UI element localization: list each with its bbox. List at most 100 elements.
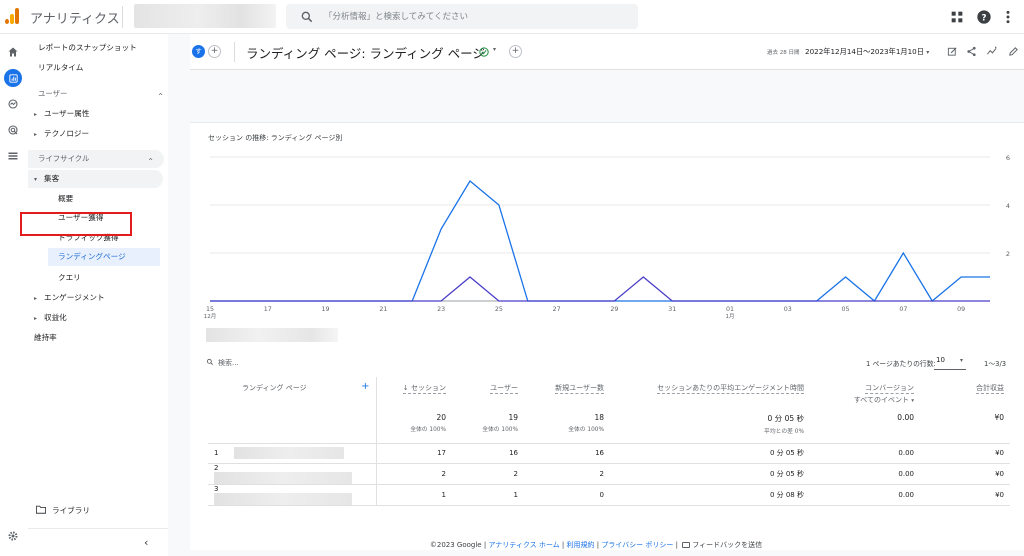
account-selector[interactable] xyxy=(134,4,276,28)
share-icon[interactable] xyxy=(966,46,977,57)
nav-technology[interactable]: ▸ テクノロジー xyxy=(34,125,170,143)
date-range-label: 過去 28 日間 xyxy=(767,50,800,56)
nav-retention[interactable]: 維持率 xyxy=(34,329,170,347)
landing-page-path[interactable] xyxy=(214,493,352,505)
new-users-header[interactable]: 新規ユーザー数 xyxy=(524,377,610,405)
nav-monetization-label: 収益化 xyxy=(44,313,67,322)
home-icon[interactable] xyxy=(4,43,22,61)
comparison-avatar[interactable]: す xyxy=(192,45,205,58)
more-vert-icon[interactable] xyxy=(1000,9,1016,25)
totals-dim-cell xyxy=(208,405,377,444)
nav-library[interactable]: ライブラリ xyxy=(35,505,90,516)
add-card-plus-icon[interactable]: + xyxy=(509,45,522,58)
new-users-header-label: 新規ユーザー数 xyxy=(555,384,604,394)
feedback-icon xyxy=(682,542,691,548)
collapse-nav-chevron-icon[interactable]: ‹ xyxy=(144,536,148,549)
conversions-header[interactable]: コンバージョン すべてのイベント ▾ xyxy=(810,377,920,405)
revenue-cell: ¥0 xyxy=(920,443,1010,464)
engagement-cell: 0 分 05 秒 xyxy=(610,443,810,464)
divider xyxy=(122,6,123,28)
landing-page-cell[interactable]: 3 xyxy=(208,484,377,506)
edit-comparison-icon[interactable] xyxy=(947,46,958,57)
configure-icon[interactable] xyxy=(4,147,22,165)
landing-page-path[interactable] xyxy=(214,472,352,484)
total-new-users-value: 18 xyxy=(594,413,604,422)
nav-section-lifecycle[interactable]: ライフサイクル ⌃ xyxy=(28,150,164,168)
engagement-cell: 0 分 08 秒 xyxy=(610,484,810,506)
nav-landing-page[interactable]: ランディングページ xyxy=(48,248,160,266)
nav-acquisition[interactable]: ▾ 集客 xyxy=(28,170,163,188)
nav-realtime[interactable]: リアルタイム xyxy=(38,59,174,77)
dropdown-caret-icon: ▾ xyxy=(959,357,963,364)
main-content: す + ランディング ページ: ランディング ページ ▾ + 過去 28 日間 … xyxy=(168,34,1024,556)
nav-user-attributes[interactable]: ▸ ユーザー属性 xyxy=(34,105,170,123)
advertising-icon[interactable] xyxy=(4,121,22,139)
dropdown-caret-icon: ▾ xyxy=(911,398,914,404)
x-tick-sublabel: 1月 xyxy=(726,313,735,320)
search-bar[interactable] xyxy=(286,4,638,29)
x-tick-label: 07 xyxy=(899,306,907,313)
reports-icon[interactable] xyxy=(4,69,22,87)
total-new-users-sub: 全体の 100% xyxy=(568,427,604,433)
nav-monetization[interactable]: ▸ 収益化 xyxy=(34,309,170,327)
analytics-home-link[interactable]: アナリティクス ホーム xyxy=(488,541,559,549)
privacy-link[interactable]: プライバシー ポリシー xyxy=(601,541,673,549)
left-rail xyxy=(0,34,26,556)
report-navigation: レポートのスナップショット リアルタイム ユーザー ⌃ ▸ ユーザー属性 ▸ テクノロ… xyxy=(28,34,168,556)
total-sessions-sub: 全体の 100% xyxy=(410,427,446,433)
x-tick-label: 09 xyxy=(957,306,965,313)
table-search[interactable]: 検索... xyxy=(206,358,239,368)
revenue-header[interactable]: 合計収益 xyxy=(920,377,1010,405)
caret-right-icon: ▸ xyxy=(34,111,38,118)
revenue-cell: ¥0 xyxy=(920,484,1010,506)
rows-per-page-value: 10 xyxy=(936,356,945,364)
settings-gear-icon[interactable] xyxy=(4,527,22,545)
search-icon xyxy=(206,358,213,365)
insights-icon[interactable] xyxy=(986,46,998,57)
table-row[interactable]: 2 2 2 2 0 分 05 秒 0.00 ¥0 xyxy=(208,463,1010,485)
search-input[interactable] xyxy=(324,8,624,25)
table-row[interactable]: 1 17 16 16 0 分 05 秒 0.00 ¥0 xyxy=(208,443,1010,464)
landing-page-path[interactable] xyxy=(234,447,344,460)
nav-snapshot[interactable]: レポートのスナップショット xyxy=(38,39,174,57)
date-range-picker[interactable]: 2022年12月14日～2023年1月10日 ▾ xyxy=(805,47,929,57)
terms-link[interactable]: 利用規約 xyxy=(567,541,595,549)
help-icon[interactable]: ? xyxy=(976,9,992,25)
add-dimension-plus-icon[interactable]: + xyxy=(361,382,369,392)
add-comparison-plus-icon[interactable]: + xyxy=(208,45,221,58)
apps-grid-icon[interactable] xyxy=(949,9,965,25)
users-header[interactable]: ユーザー xyxy=(452,377,524,405)
table-header-row: ランディング ページ + ↓ セッション ユーザー 新規ユーザー数 セッションあた… xyxy=(208,377,1010,405)
copyright: ©2023 Google | xyxy=(429,541,487,549)
chart-title: セッション の推移: ランディング ページ別 xyxy=(208,134,343,142)
x-tick-label: 31 xyxy=(668,306,676,313)
table-row[interactable]: 3 1 1 0 0 分 08 秒 0.00 ¥0 xyxy=(208,484,1010,506)
pencil-edit-icon[interactable] xyxy=(1008,46,1019,57)
nav-section-user[interactable]: ユーザー ⌃ xyxy=(38,85,174,103)
nav-section-user-label: ユーザー xyxy=(38,89,68,98)
conversions-header-label: コンバージョン xyxy=(865,384,914,394)
explore-icon[interactable] xyxy=(4,95,22,113)
nav-engagement[interactable]: ▸ エンゲージメント xyxy=(34,289,170,307)
caret-right-icon: ▸ xyxy=(34,295,38,302)
rows-per-page-select[interactable]: 10 ▾ xyxy=(934,356,966,370)
pagination: 1〜3/3 xyxy=(984,360,1007,368)
highlight-box xyxy=(20,212,132,236)
dimension-header[interactable]: ランディング ページ + xyxy=(208,377,377,405)
landing-page-cell[interactable]: 2 xyxy=(208,463,377,485)
analytics-logo[interactable] xyxy=(5,8,21,24)
line-chart: 2 4 6 15 12月 17 19 21 23 25 27 29 31 01 1月 03 05 07 09 xyxy=(190,151,1024,336)
feedback-link[interactable]: フィードバックを送信 xyxy=(680,541,762,549)
engagement-header[interactable]: セッションあたりの平均エンゲージメント時間 xyxy=(610,377,810,405)
total-engagement-value: 0 分 05 秒 xyxy=(767,414,804,423)
chart-legend[interactable] xyxy=(206,328,338,342)
dropdown-caret-icon[interactable]: ▾ xyxy=(493,46,496,53)
conversions-event-filter[interactable]: すべてのイベント ▾ xyxy=(854,395,914,405)
total-revenue-value: ¥0 xyxy=(994,413,1004,422)
sessions-header[interactable]: ↓ セッション xyxy=(376,377,452,405)
nav-acquisition-label: 集客 xyxy=(44,174,60,183)
folder-icon xyxy=(35,505,47,514)
check-circle-icon[interactable] xyxy=(479,47,489,57)
search-icon xyxy=(301,11,313,23)
landing-page-cell[interactable]: 1 xyxy=(208,443,377,464)
